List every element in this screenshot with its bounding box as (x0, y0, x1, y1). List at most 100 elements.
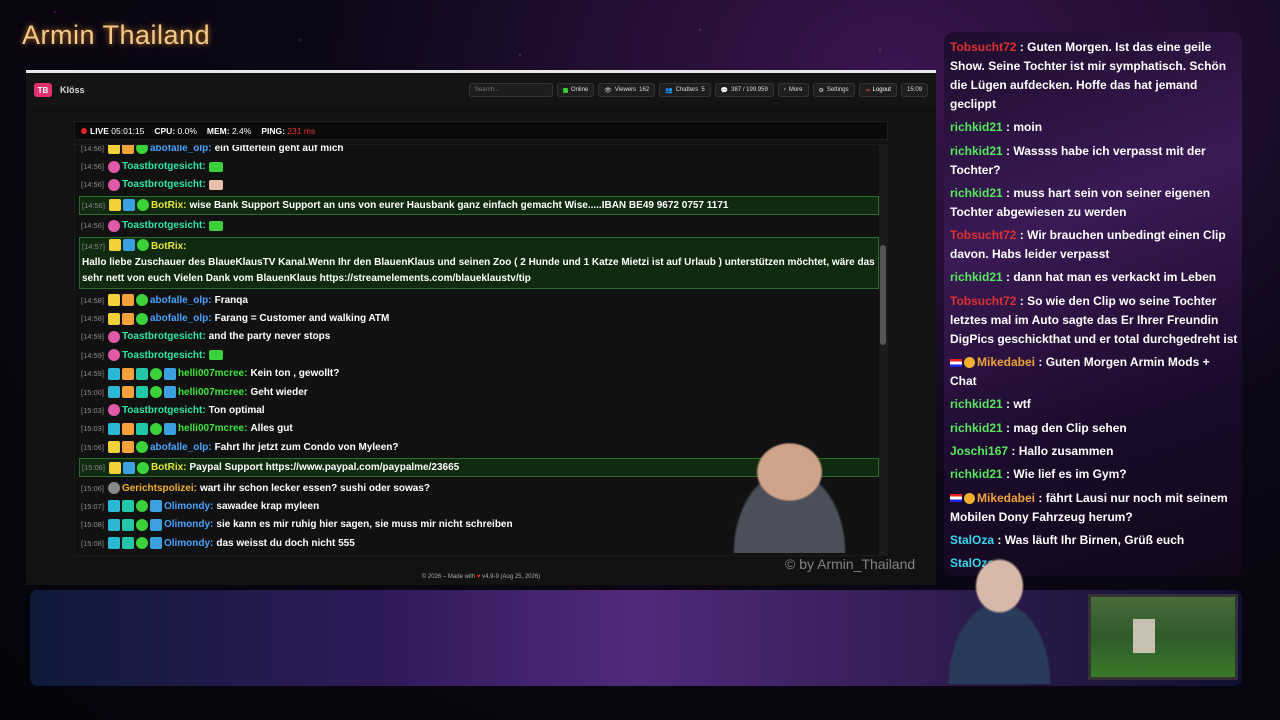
overlay-username: Tobsucht72 (950, 228, 1017, 243)
chat-message-text: wart ihr schon lecker essen? sushi oder … (199, 482, 431, 494)
messages-count-button[interactable]: 💬 387 / 199.959 (714, 83, 774, 97)
user-badge-icon (107, 145, 120, 155)
separator: : (1002, 143, 1014, 158)
chat-username[interactable]: Toastbrotgesicht: (122, 331, 206, 342)
chat-username[interactable]: Toastbrotgesicht: (122, 161, 206, 172)
chat-message-text: Farang = Customer and walking ATM (214, 313, 390, 325)
message-timestamp: [15:06] (82, 463, 105, 473)
message-timestamp: [14:59] (81, 369, 104, 379)
app-topbar: TB Klöss Search... Online 👁 Viewers 162 … (26, 73, 936, 107)
user-badge-icon (149, 500, 162, 513)
user-badge-icon (135, 441, 148, 454)
user-badge-icon (107, 330, 120, 343)
viewers-label: Viewers (614, 87, 637, 93)
cpu-label: CPU: (154, 125, 176, 136)
user-badge-icon (149, 537, 162, 550)
sub-badge-icon (964, 357, 975, 369)
user-badge-icon (122, 199, 135, 212)
chat-username[interactable]: abofalle_olp: (150, 295, 212, 306)
viewers-button[interactable]: 👁 Viewers 162 (598, 83, 656, 97)
chat-username[interactable]: abofalle_olp: (150, 442, 212, 453)
message-timestamp: [14:56] (81, 221, 104, 231)
chatters-label: Chatters (675, 87, 699, 93)
overlay-chat-message: richkid21 : dann hat man es verkackt im … (950, 268, 1238, 287)
chat-message-text: Geht wieder (250, 386, 308, 398)
emote-icon (208, 350, 223, 361)
overlay-username: richkid21 (950, 143, 1003, 158)
bot-message: [14:56] BotRix: wise Bank Support Support … (79, 196, 879, 215)
chat-message: [14:58] abofalle_olp: Farang = Customer an… (79, 309, 879, 327)
user-badge-icon (135, 312, 148, 325)
chat-username[interactable]: helli007mcree: (178, 387, 248, 398)
chat-username[interactable]: Toastbrotgesicht: (122, 405, 206, 416)
chat-message-text: ein Gitterlein geht auf mich (214, 144, 344, 154)
settings-label: Settings (826, 87, 849, 93)
user-badge-icon (136, 199, 149, 212)
chat-message-text: das weisst du doch nicht 555 (216, 537, 355, 549)
stream-status-bar: LIVE 05:01:15 CPU: 0.0% MEM: 2.4% PING: … (74, 121, 888, 140)
cpu-value: 0.0% (177, 125, 197, 136)
more-button[interactable]: ‹ More (777, 83, 809, 97)
chat-username[interactable]: Olimondy: (164, 501, 213, 512)
overlay-message-text: Hallo zusammen (1018, 443, 1114, 458)
webcam-garden (1088, 594, 1238, 680)
chat-message-text: Franqa (214, 294, 248, 306)
chat-username[interactable]: Toastbrotgesicht: (122, 350, 206, 361)
chat-message-text: Hallo liebe Zuschauer des BlaueKlausTV K… (82, 256, 875, 284)
overlay-message-text: moin (1013, 120, 1043, 135)
chat-username[interactable]: BotRix: (151, 462, 187, 473)
search-input[interactable]: Search... (468, 83, 553, 97)
user-badge-icon (121, 537, 134, 550)
message-timestamp: [14:56] (82, 200, 105, 210)
chat-username[interactable]: Toastbrotgesicht: (122, 220, 206, 231)
user-badge-icon (107, 349, 120, 362)
emote-icon (208, 179, 223, 190)
user-badge-icon (149, 422, 162, 435)
user-badge-icon (135, 386, 148, 399)
chat-message-text: and the party never stops (208, 331, 331, 343)
chat-username[interactable]: BotRix: (151, 200, 187, 211)
logout-button[interactable]: ⇥ Logout (858, 83, 897, 97)
ping-value: 231 ms (287, 125, 316, 136)
overlay-chat-message: richkid21 : moin (950, 118, 1238, 137)
user-badge-icon (107, 312, 120, 325)
chat-username[interactable]: abofalle_olp: (150, 145, 212, 154)
scrollbar-thumb[interactable] (880, 245, 886, 345)
settings-button[interactable]: ⚙ Settings (812, 83, 855, 97)
app-name: Klöss (60, 85, 85, 95)
gear-icon: ⚙ (818, 87, 824, 94)
chat-username[interactable]: BotRix: (151, 239, 187, 255)
message-timestamp: [15:07] (81, 501, 104, 511)
overlay-chat-message: richkid21 : mag den Clip sehen (950, 419, 1238, 438)
chevron-left-icon: ‹ (783, 87, 786, 93)
overlay-username: Mikedabei (977, 490, 1036, 505)
overlay-username: richkid21 (950, 397, 1003, 412)
message-timestamp: [14:59] (81, 332, 104, 342)
user-badge-icon (107, 160, 120, 173)
chat-username[interactable]: Olimondy: (164, 519, 213, 530)
overlay-message-text: wtf (1013, 397, 1031, 412)
heart-icon: ♥ (476, 574, 481, 580)
chat-username[interactable]: helli007mcree: (178, 368, 248, 379)
overlay-message-text: mag den Clip sehen (1013, 420, 1127, 435)
ping-stat: PING: 231 ms (261, 126, 315, 136)
separator: : (1035, 490, 1046, 505)
chat-username[interactable]: helli007mcree: (178, 423, 248, 434)
message-timestamp: [14:58] (81, 314, 104, 324)
speech-bubble-icon: 💬 (720, 87, 729, 94)
message-timestamp: [14:56] (81, 144, 104, 153)
online-status-button[interactable]: Online (556, 83, 595, 97)
mem-stat: MEM: 2.4% (207, 126, 251, 136)
chat-username[interactable]: Toastbrotgesicht: (122, 179, 206, 190)
chat-message-text: Fahrt Ihr jetzt zum Condo von Myleen? (214, 441, 399, 453)
topbar-controls: Search... Online 👁 Viewers 162 👥 Chatter… (468, 83, 928, 97)
chat-username[interactable]: abofalle_olp: (150, 313, 212, 324)
overlay-username: Tobsucht72 (950, 293, 1017, 308)
chat-username[interactable]: Olimondy: (164, 538, 213, 549)
chat-username[interactable]: Gerichtspolizei: (122, 483, 197, 494)
chatters-button[interactable]: 👥 Chatters 5 (659, 83, 711, 97)
user-badge-icon (121, 294, 134, 307)
separator: : (1035, 355, 1046, 370)
chat-message: [15:03] Toastbrotgesicht: Ton optimal (79, 401, 879, 419)
overlay-username: richkid21 (950, 467, 1003, 482)
